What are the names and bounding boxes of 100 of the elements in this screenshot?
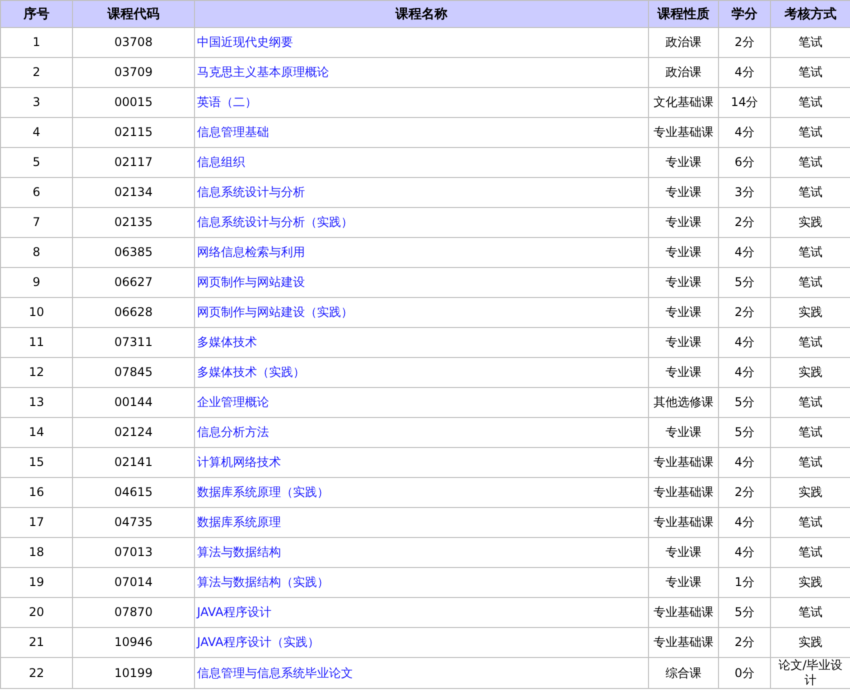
column-header: 课程名称: [194, 0, 648, 28]
table-cell: 6分: [718, 148, 770, 178]
table-cell: 政治课: [648, 58, 718, 88]
table-cell: 07845: [72, 358, 194, 388]
table-cell: 2分: [718, 478, 770, 508]
table-cell: 9: [0, 268, 72, 298]
table-cell: 专业基础课: [648, 118, 718, 148]
table-cell: 02115: [72, 118, 194, 148]
table-cell: 06627: [72, 268, 194, 298]
course-link[interactable]: JAVA程序设计（实践）: [197, 635, 320, 649]
table-cell: 07311: [72, 328, 194, 358]
table-cell: 22: [0, 658, 72, 688]
table-cell: 专业课: [648, 208, 718, 238]
column-header: 考核方式: [770, 0, 850, 28]
table-cell: 4分: [718, 58, 770, 88]
table-cell: 5分: [718, 418, 770, 448]
table-cell: 04615: [72, 478, 194, 508]
table-cell: 00015: [72, 88, 194, 118]
table-cell: 2分: [718, 208, 770, 238]
table-cell: 00144: [72, 388, 194, 418]
table-cell: 8: [0, 238, 72, 268]
table-cell: 5分: [718, 598, 770, 628]
table-cell: 综合课: [648, 658, 718, 688]
course-link[interactable]: 马克思主义基本原理概论: [197, 65, 329, 79]
table-cell: 4: [0, 118, 72, 148]
course-link[interactable]: 网络信息检索与利用: [197, 245, 305, 259]
course-link[interactable]: 企业管理概论: [197, 395, 269, 409]
table-cell: 20: [0, 598, 72, 628]
table-cell: 02117: [72, 148, 194, 178]
table-cell: 4分: [718, 538, 770, 568]
course-link[interactable]: 信息管理基础: [197, 125, 269, 139]
course-link[interactable]: 多媒体技术: [197, 335, 257, 349]
table-cell: 专业基础课: [648, 628, 718, 658]
column-header: 课程代码: [72, 0, 194, 28]
course-link[interactable]: 计算机网络技术: [197, 455, 281, 469]
course-link[interactable]: 网页制作与网站建设（实践）: [197, 305, 353, 319]
course-link[interactable]: JAVA程序设计: [197, 605, 272, 619]
table-cell: 专业课: [648, 358, 718, 388]
table-cell: 专业课: [648, 178, 718, 208]
course-link[interactable]: 英语（二）: [197, 95, 257, 109]
table-cell: 03708: [72, 28, 194, 58]
table-cell: 06628: [72, 298, 194, 328]
table-cell: 政治课: [648, 28, 718, 58]
table-cell: 专业课: [648, 268, 718, 298]
course-link[interactable]: 算法与数据结构: [197, 545, 281, 559]
table-cell: 4分: [718, 508, 770, 538]
table-cell: 4分: [718, 328, 770, 358]
table-cell: 论文/毕业设计: [770, 658, 850, 688]
table-cell: 专业课: [648, 298, 718, 328]
table-cell: 16: [0, 478, 72, 508]
table-cell: 4分: [718, 358, 770, 388]
table-cell: 6: [0, 178, 72, 208]
course-link[interactable]: 信息系统设计与分析（实践）: [197, 215, 353, 229]
table-cell: 2: [0, 58, 72, 88]
course-link[interactable]: 信息系统设计与分析: [197, 185, 305, 199]
table-cell: 4分: [718, 448, 770, 478]
table-cell: 专业基础课: [648, 598, 718, 628]
table-cell: 专业基础课: [648, 448, 718, 478]
table-cell: 4分: [718, 118, 770, 148]
course-link[interactable]: 信息管理与信息系统毕业论文: [197, 666, 353, 680]
table-cell: 0分: [718, 658, 770, 688]
table-cell: 5分: [718, 268, 770, 298]
table-cell: 18: [0, 538, 72, 568]
course-link[interactable]: 数据库系统原理: [197, 515, 281, 529]
table-cell: 15: [0, 448, 72, 478]
table-cell: 其他选修课: [648, 388, 718, 418]
table-cell: 13: [0, 388, 72, 418]
table-cell: 3分: [718, 178, 770, 208]
column-header: 课程性质: [648, 0, 718, 28]
table-cell: 专业课: [648, 328, 718, 358]
course-link[interactable]: 数据库系统原理（实践）: [197, 485, 329, 499]
table-cell: 5分: [718, 388, 770, 418]
table-cell: 04735: [72, 508, 194, 538]
table-cell: 5: [0, 148, 72, 178]
table-cell: 10946: [72, 628, 194, 658]
course-link[interactable]: 算法与数据结构（实践）: [197, 575, 329, 589]
table-cell: 02135: [72, 208, 194, 238]
table-cell: 12: [0, 358, 72, 388]
table-cell: 专业课: [648, 538, 718, 568]
table-cell: 07013: [72, 538, 194, 568]
table-cell: 17: [0, 508, 72, 538]
table-cell: 14分: [718, 88, 770, 118]
table-cell: 06385: [72, 238, 194, 268]
table-cell: 专业课: [648, 568, 718, 598]
course-link[interactable]: 网页制作与网站建设: [197, 275, 305, 289]
course-link[interactable]: 多媒体技术（实践）: [197, 365, 305, 379]
table-cell: 专业课: [648, 418, 718, 448]
table-cell: 7: [0, 208, 72, 238]
course-link[interactable]: 信息分析方法: [197, 425, 269, 439]
table-cell: 1分: [718, 568, 770, 598]
table-cell: 07870: [72, 598, 194, 628]
table-cell: 专业基础课: [648, 478, 718, 508]
table-cell: 文化基础课: [648, 88, 718, 118]
table-cell: 专业课: [648, 238, 718, 268]
table-cell: 11: [0, 328, 72, 358]
table-cell: 专业基础课: [648, 508, 718, 538]
course-link[interactable]: 信息组织: [197, 155, 245, 169]
table-cell: 14: [0, 418, 72, 448]
course-link[interactable]: 中国近现代史纲要: [197, 35, 293, 49]
table-cell: 4分: [718, 238, 770, 268]
